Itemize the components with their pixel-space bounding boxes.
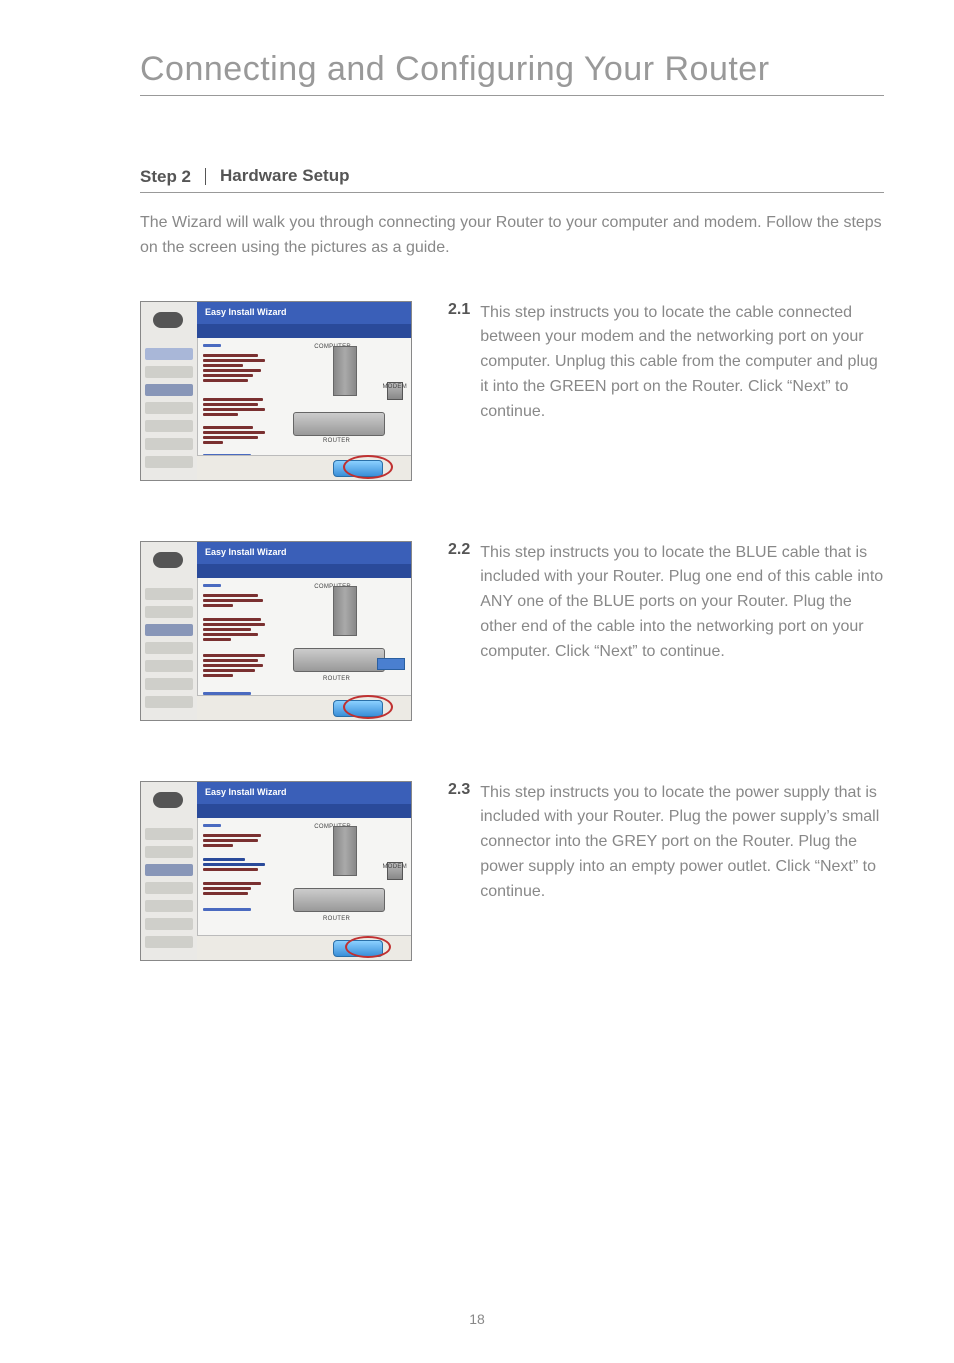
title-rule (140, 95, 884, 96)
wizard-title: Easy Install Wizard (197, 302, 411, 322)
wizard-screenshot-3: Easy Install Wizard (140, 781, 412, 961)
highlight-circle-icon (345, 936, 391, 958)
wizard-title: Easy Install Wizard (197, 782, 411, 802)
wizard-screenshot-1: Easy Install Wizard (140, 301, 412, 481)
step-item: Easy Install Wizard (140, 781, 884, 961)
wizard-screenshot-2: Easy Install Wizard (140, 541, 412, 721)
step-item: Easy Install Wizard (140, 301, 884, 481)
item-body: This step instructs you to locate the ca… (480, 301, 884, 425)
highlight-circle-icon (343, 455, 393, 479)
label-router: ROUTER (323, 438, 350, 444)
page-title: Connecting and Configuring Your Router (140, 50, 884, 89)
step-label: Step 2 (140, 168, 206, 185)
label-modem: MODEM (383, 864, 408, 870)
step-item: Easy Install Wizard (140, 541, 884, 721)
intro-text: The Wizard will walk you through connect… (140, 211, 884, 261)
page-number: 18 (0, 1311, 954, 1327)
item-body: This step instructs you to locate the po… (480, 781, 884, 905)
highlight-circle-icon (343, 695, 393, 719)
label-modem: MODEM (383, 384, 408, 390)
label-router: ROUTER (323, 676, 350, 682)
label-router: ROUTER (323, 916, 350, 922)
item-number: 2.3 (448, 781, 470, 905)
step-rule (140, 192, 884, 193)
wizard-title: Easy Install Wizard (197, 542, 411, 562)
step-header: Step 2 Hardware Setup (140, 166, 884, 186)
item-number: 2.1 (448, 301, 470, 425)
item-body: This step instructs you to locate the BL… (480, 541, 884, 665)
item-number: 2.2 (448, 541, 470, 665)
step-name: Hardware Setup (206, 166, 349, 186)
highlight-port (377, 658, 405, 670)
